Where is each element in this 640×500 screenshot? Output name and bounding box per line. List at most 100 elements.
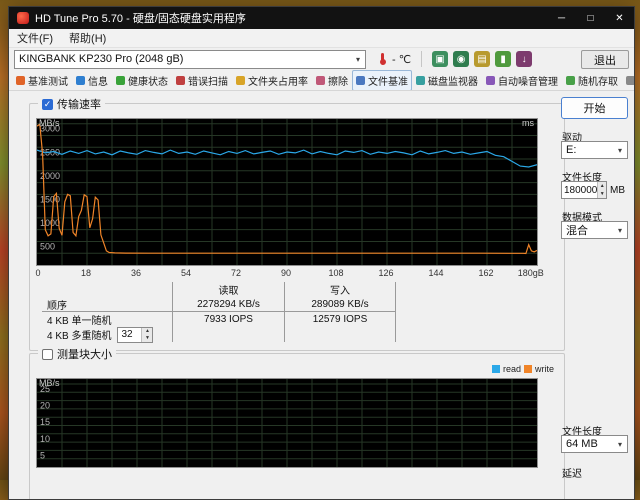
menu-help[interactable]: 帮助(H) [61, 30, 114, 46]
file-length-row: 180000 ▲ ▼ MB [561, 181, 625, 199]
block-size-label: 测量块大小 [57, 349, 112, 361]
svg-text:1000: 1000 [40, 218, 60, 228]
target-drive-combo[interactable]: E: ▾ [561, 141, 628, 159]
block-file-length-combo[interactable]: 64 MB ▾ [561, 435, 628, 453]
content-area: ✓ 传输速率 MB/s ms 500 1000 1500 2000 2500 3000 0… [9, 91, 634, 499]
x-tick-label: 0 [35, 268, 41, 278]
tab-label: 自动噪音管理 [498, 76, 558, 88]
latency-label: 延迟 [562, 469, 582, 480]
chart1-y-axis-label: MB/s [39, 118, 60, 128]
queue-depth-spinner[interactable]: 32 ▲ ▼ [117, 326, 154, 343]
menu-bar: 文件(F) 帮助(H) [9, 29, 634, 48]
tab-label: 基准测试 [28, 76, 68, 88]
tab-erase[interactable]: 擦除 [312, 70, 352, 90]
file-benchmark-icon [356, 75, 365, 85]
block-size-panel: 测量块大小 read write MB/s 5 10 15 20 25 [29, 346, 565, 499]
chevron-down-icon: ▾ [617, 439, 622, 449]
tab-random-access[interactable]: 随机存取 [562, 70, 622, 90]
chevron-down-icon: ▾ [617, 145, 622, 155]
chart-legend: read write [491, 364, 554, 374]
maximize-button[interactable]: □ [576, 7, 605, 29]
tab-info[interactable]: 信息 [72, 70, 112, 90]
window-title: HD Tune Pro 5.70 - 硬盘/固态硬盘实用程序 [35, 13, 246, 25]
svg-text:10: 10 [40, 434, 50, 444]
x-tick-label: 144 [428, 268, 444, 278]
save-icon[interactable]: ◉ [453, 51, 470, 67]
side-panel: 开始 驱动 E: ▾ 文件长度 180000 ▲ ▼ MB 数据模式 混合 ▾ … [561, 91, 628, 499]
random-access-icon [566, 75, 575, 85]
transfer-rate-checkbox[interactable]: ✓ 传输速率 [38, 96, 105, 112]
chart2-y-axis-label: MB/s [39, 378, 60, 388]
camera-icon[interactable]: ▣ [432, 51, 449, 67]
temperature-value: - ℃ [392, 53, 412, 66]
results-read-value: 2278294 KB/s [172, 297, 284, 312]
tab-label: 健康状态 [128, 76, 168, 88]
tab-benchmark[interactable]: 基准测试 [12, 70, 72, 90]
tab-folder-usage[interactable]: 文件夹占用率 [232, 70, 312, 90]
spinner-arrows[interactable]: ▲ ▼ [141, 327, 153, 342]
transfer-rate-chart-wrap: MB/s ms 500 1000 1500 2000 2500 3000 [36, 118, 538, 266]
minimize-button[interactable]: ─ [547, 7, 576, 29]
results-row-label: 顺序 [42, 297, 172, 312]
svg-text:20: 20 [40, 401, 50, 411]
usb-drive-icon[interactable]: ▮ [495, 51, 512, 67]
folder-icon[interactable]: ▤ [474, 51, 491, 67]
x-tick-label: 108 [328, 268, 344, 278]
tab-file-benchmark[interactable]: 文件基准 [352, 70, 412, 90]
tab-label: 文件基准 [368, 76, 408, 88]
spin-up-icon[interactable]: ▲ [598, 182, 606, 190]
benchmark-icon [16, 75, 25, 85]
tab-error-scan[interactable]: 错误扫描 [172, 70, 232, 90]
file-length-value: 180000 [564, 184, 598, 196]
x-tick-label: 162 [478, 268, 494, 278]
transfer-rate-panel: ✓ 传输速率 MB/s ms 500 1000 1500 2000 2500 3000 0… [29, 96, 565, 351]
spin-down-icon[interactable]: ▼ [598, 190, 606, 198]
spin-down-icon[interactable]: ▼ [142, 334, 153, 342]
read-legend-swatch [491, 365, 500, 373]
results-corner-cell [42, 282, 172, 297]
disk-monitor-icon [416, 75, 425, 85]
file-length-input[interactable]: 180000 ▲ ▼ [561, 181, 607, 199]
results-read-value [172, 327, 284, 342]
checkbox-checked-icon: ✓ [42, 98, 53, 110]
start-button[interactable]: 开始 [561, 97, 628, 119]
chevron-down-icon: ▾ [355, 54, 360, 64]
spinner-arrows[interactable]: ▲ ▼ [597, 182, 606, 198]
target-drive-value: E: [566, 144, 577, 156]
checkbox-unchecked-icon [42, 348, 53, 360]
results-row-label: 4 KB 单一随机 [47, 316, 112, 327]
drive-select[interactable]: KINGBANK KP230 Pro (2048 gB) ▾ [14, 49, 366, 69]
x-tick-label: 180gB [517, 268, 544, 278]
aam-icon [486, 75, 495, 85]
results-col-read: 读取 [172, 282, 284, 297]
results-row-label-text: 4 KB 多重随机 [47, 331, 112, 342]
block-size-checkbox[interactable]: 测量块大小 [38, 346, 116, 362]
chart1-x-axis: 0 18 36 54 72 90 108 126 144 162 180gB [35, 268, 543, 279]
results-write-value: 289089 KB/s [284, 297, 396, 312]
title-bar[interactable]: HD Tune Pro 5.70 - 硬盘/固态硬盘实用程序 ─ □ ✕ [9, 7, 634, 29]
menu-file[interactable]: 文件(F) [9, 30, 61, 46]
data-mode-combo[interactable]: 混合 ▾ [561, 221, 628, 239]
tab-label: 随机存取 [578, 76, 618, 88]
x-tick-label: 90 [280, 268, 292, 278]
block-size-chart: 5 10 15 20 25 [36, 378, 538, 468]
tab-aam[interactable]: 自动噪音管理 [482, 70, 562, 90]
info-icon [76, 75, 85, 85]
toolbar-separator [421, 51, 423, 67]
tab-disk-monitor[interactable]: 磁盘监视器 [412, 70, 482, 90]
erase-icon [316, 75, 325, 85]
tab-label: 错误扫描 [188, 76, 228, 88]
exit-button[interactable]: 退出 [581, 49, 629, 69]
write-legend-label: write [534, 364, 554, 374]
extra-tests-icon [626, 75, 634, 85]
tab-health[interactable]: 健康状态 [112, 70, 172, 90]
results-table: 读取 写入 顺序 2278294 KB/s 289089 KB/s 4 KB 单… [42, 282, 396, 343]
spin-up-icon[interactable]: ▲ [142, 327, 153, 335]
close-button[interactable]: ✕ [605, 7, 634, 29]
download-icon[interactable]: ↓ [516, 51, 533, 67]
results-row-label: 4 KB 多重随机 32 ▲ ▼ [42, 326, 172, 343]
svg-text:5: 5 [40, 450, 45, 460]
results-write-value: 12579 IOPS [284, 312, 396, 327]
tab-extra-tests[interactable]: 附加测试 [622, 70, 634, 90]
toolbar-icons: ▣ ◉ ▤ ▮ ↓ [432, 51, 533, 67]
